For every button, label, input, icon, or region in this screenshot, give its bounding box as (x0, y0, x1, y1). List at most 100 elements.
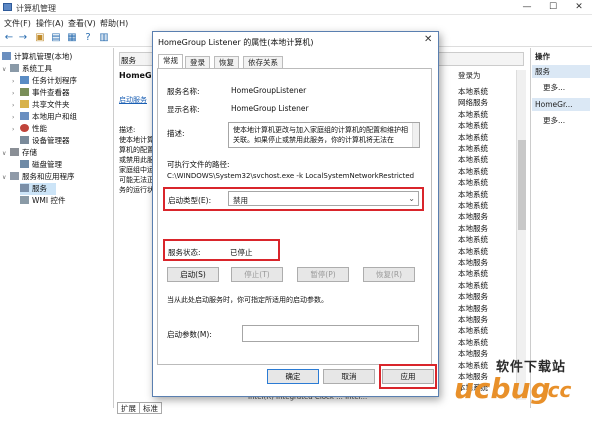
close-button[interactable]: ✕ (566, 0, 592, 15)
start-button[interactable]: 启动(S) (167, 267, 219, 282)
tree-item-shared-folders[interactable]: › 共享文件夹 (12, 99, 70, 111)
service-row-logon[interactable]: 本地服务 (458, 291, 488, 303)
pause-button[interactable]: 暂停(P) (297, 267, 349, 282)
tree-item-event-viewer[interactable]: › 事件查看器 (12, 87, 70, 99)
dialog-close-icon[interactable]: ✕ (424, 34, 432, 45)
scrollbar-thumb[interactable] (518, 140, 526, 230)
desc-line: 使本地计算 (119, 136, 154, 144)
description-box[interactable]: 使本地计算机更改与加入家庭组的计算机的配置和维护相关联。如果停止或禁用此服务，你… (228, 122, 420, 148)
actions-header: 操作 (535, 52, 550, 61)
service-row-logon[interactable]: 本地系统 (458, 120, 488, 132)
console-tree-icon[interactable]: ▤ (50, 32, 62, 44)
tree-item-wmi[interactable]: WMI 控件 (20, 195, 65, 207)
service-row-logon[interactable]: 本地服务 (458, 348, 488, 360)
ok-button[interactable]: 确定 (267, 369, 319, 384)
column-header-logon-as[interactable]: 登录为 (458, 70, 481, 81)
help-icon[interactable]: ? (82, 32, 94, 44)
folder-up-icon[interactable]: ▣ (34, 32, 46, 44)
window-title: 计算机管理 (16, 4, 56, 13)
service-row-logon[interactable]: 本地系统 (458, 166, 488, 178)
properties-icon[interactable]: ▥ (98, 32, 110, 44)
shared-folder-icon (20, 100, 29, 108)
service-row-logon[interactable]: 本地服务 (458, 223, 488, 235)
service-row-logon[interactable]: 本地系统 (458, 234, 488, 246)
export-icon[interactable]: ▦ (66, 32, 78, 44)
service-status-value: 已停止 (230, 248, 253, 257)
service-name-value: HomeGroupListener (231, 86, 307, 95)
cancel-button[interactable]: 取消 (323, 369, 375, 384)
exec-path-label: 可执行文件的路径: (167, 160, 230, 169)
resume-button[interactable]: 恢复(R) (363, 267, 415, 282)
service-row-logon[interactable]: 网络服务 (458, 97, 488, 109)
display-name-label: 显示名称: (167, 105, 200, 114)
service-row-logon[interactable]: 本地系统 (458, 280, 488, 292)
tools-icon (10, 64, 19, 72)
display-name-value: HomeGroup Listener (231, 104, 309, 113)
desc-line: 算机的配置 (119, 146, 154, 154)
service-row-logon[interactable]: 本地服务 (458, 211, 488, 223)
actions-more-2[interactable]: 更多... (543, 115, 565, 126)
tab-general[interactable]: 常规 (158, 54, 183, 69)
tab-extended[interactable]: 扩展 (117, 402, 140, 414)
menu-help[interactable]: 帮助(H) (100, 18, 128, 29)
actions-more-1[interactable]: 更多... (543, 82, 565, 93)
tree-item-services[interactable]: 服务 (20, 183, 56, 195)
dialog-title: HomeGroup Listener 的属性(本地计算机) (158, 38, 314, 47)
tree-item-computer-management[interactable]: 计算机管理(本地) (2, 51, 72, 63)
service-row-logon[interactable]: 本地系统 (458, 109, 488, 121)
tree-item-task-scheduler[interactable]: › 任务计划程序 (12, 75, 77, 87)
tree-item-device-manager[interactable]: 设备管理器 (20, 135, 70, 147)
service-row-logon[interactable]: 本地系统 (458, 154, 488, 166)
start-service-link[interactable]: 启动服务 (119, 95, 147, 105)
service-row-logon[interactable]: 本地系统 (458, 360, 488, 372)
tree-item-storage[interactable]: ∨ 存储 (2, 147, 37, 159)
service-name-label: 服务名称: (167, 87, 200, 96)
service-row-logon[interactable]: 本地系统 (458, 189, 488, 201)
tree-item-performance[interactable]: › 性能 (12, 123, 47, 135)
menu-file[interactable]: 文件(F) (4, 18, 31, 29)
tree-item-disk-management[interactable]: 磁盘管理 (20, 159, 62, 171)
computer-icon (2, 52, 11, 60)
back-icon[interactable]: ← (3, 32, 15, 44)
watermark-tld: .cc (540, 378, 572, 402)
tab-standard[interactable]: 标准 (139, 402, 162, 414)
actions-section-homegroup[interactable]: HomeGr... (532, 98, 590, 111)
event-viewer-icon (20, 88, 29, 96)
service-row-logon[interactable]: 本地系统 (458, 86, 488, 98)
forward-icon[interactable]: → (17, 32, 29, 44)
actions-section-services[interactable]: 服务 (532, 65, 590, 78)
tree-item-system-tools[interactable]: ∨ 系统工具 (2, 63, 52, 75)
tree-item-services-apps[interactable]: ∨ 服务和应用程序 (2, 171, 75, 183)
exec-path-value: C:\WINDOWS\System32\svchost.exe -k Local… (167, 172, 415, 180)
services-scrollbar[interactable] (516, 70, 526, 400)
apply-button[interactable]: 应用 (382, 369, 434, 384)
wmi-icon (20, 196, 29, 204)
menu-action[interactable]: 操作(A) (36, 18, 64, 29)
task-scheduler-icon (20, 76, 29, 84)
desc-line: 可能无法正 (119, 176, 154, 184)
service-row-logon[interactable]: 本地系统 (458, 268, 488, 280)
service-row-logon[interactable]: 本地系统 (458, 337, 488, 349)
service-row-logon[interactable]: 本地服务 (458, 303, 488, 315)
service-row-logon[interactable]: 本地系统 (458, 143, 488, 155)
minimize-button[interactable]: — (514, 0, 540, 15)
service-row-logon[interactable]: 本地系统 (458, 177, 488, 189)
startup-type-select[interactable]: 禁用 ⌄ (228, 191, 419, 206)
service-row-logon[interactable]: 本地服务 (458, 314, 488, 326)
description-scrollbar[interactable] (412, 123, 419, 147)
service-row-logon[interactable]: 本地系统 (458, 132, 488, 144)
tree-item-local-users[interactable]: › 本地用户和组 (12, 111, 77, 123)
services-tab-label: 服务 (121, 56, 136, 65)
desc-line: 或禁用此服 (119, 156, 154, 164)
service-row-logon[interactable]: 本地服务 (458, 257, 488, 269)
stop-button[interactable]: 停止(T) (231, 267, 283, 282)
maximize-button[interactable]: ☐ (540, 0, 566, 15)
start-params-label: 启动参数(M): (167, 330, 212, 339)
service-row-logon[interactable]: 本地系统 (458, 246, 488, 258)
menu-view[interactable]: 查看(V) (68, 18, 96, 29)
desc-line: 描述: (119, 126, 136, 134)
service-heading: HomeG (119, 71, 152, 80)
service-row-logon[interactable]: 本地系统 (458, 200, 488, 212)
service-row-logon[interactable]: 本地系统 (458, 325, 488, 337)
start-params-input[interactable] (242, 325, 419, 342)
